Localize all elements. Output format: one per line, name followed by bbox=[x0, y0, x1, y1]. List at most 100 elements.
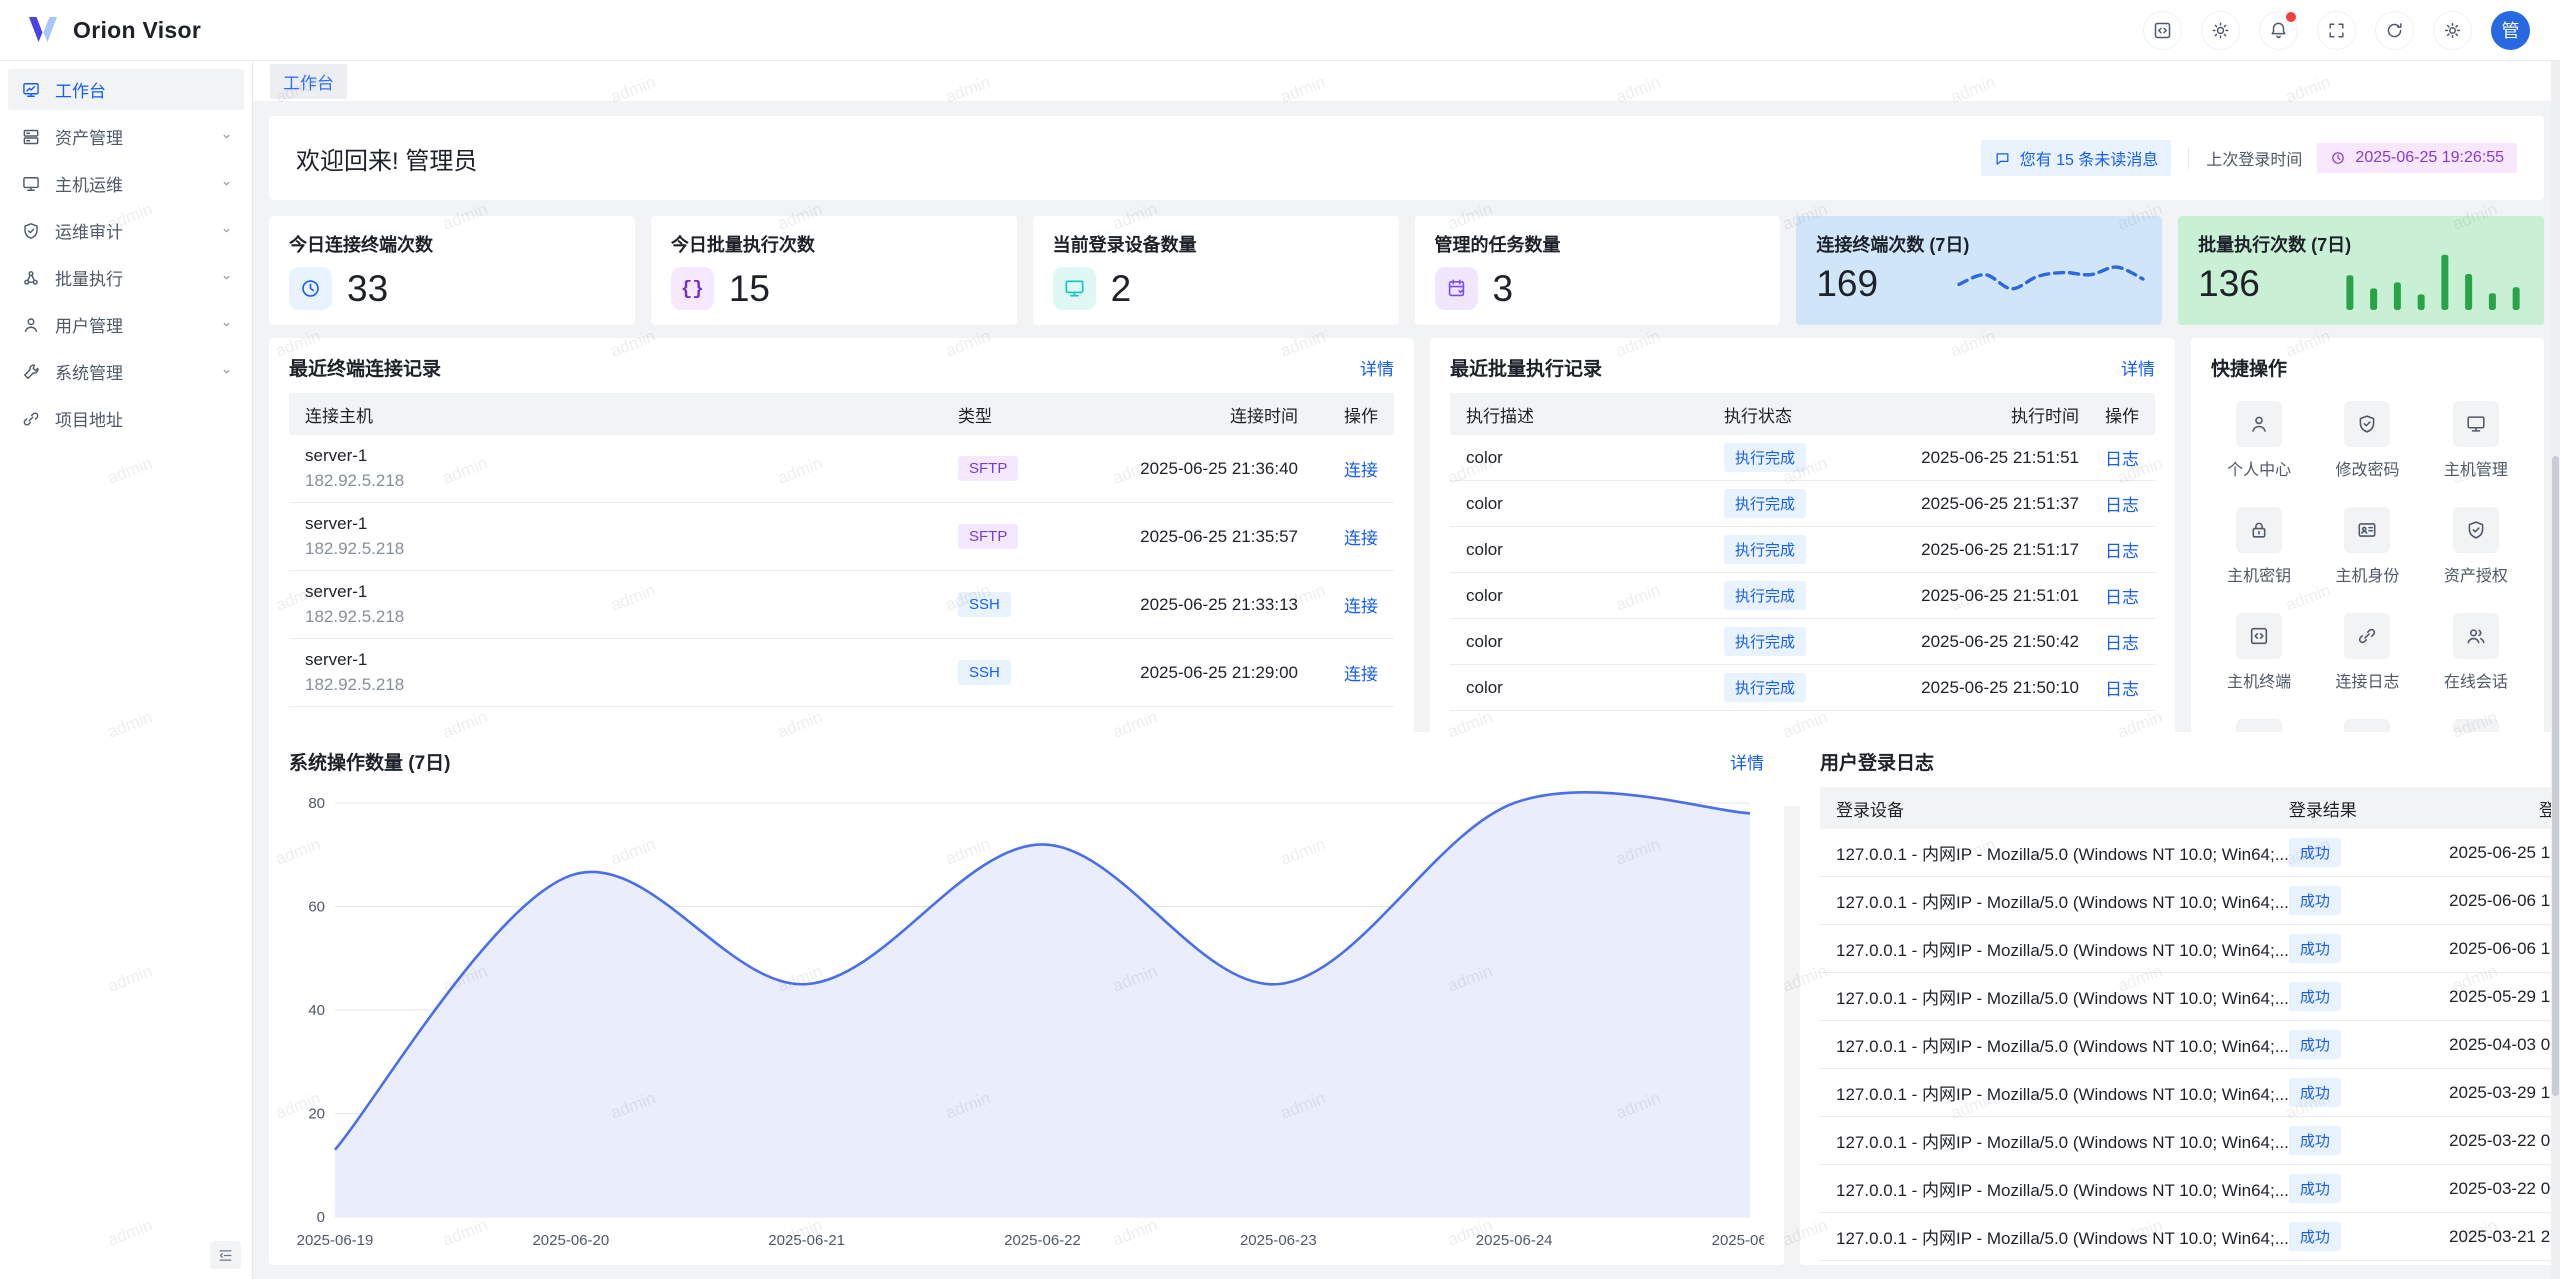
idcard-icon bbox=[2356, 519, 2378, 541]
host-ip: 182.92.5.218 bbox=[305, 605, 958, 630]
exec-status-badge: 执行完成 bbox=[1724, 581, 1806, 610]
monitor-icon bbox=[2465, 413, 2487, 435]
terminal-records-detail-link[interactable]: 详情 bbox=[1360, 355, 1394, 380]
connect-link[interactable]: 连接 bbox=[1344, 529, 1378, 548]
host-ip: 182.92.5.218 bbox=[305, 673, 958, 698]
chevron-down-icon bbox=[219, 223, 234, 238]
quick-action-主机密钥[interactable]: 主机密钥 bbox=[2205, 507, 2313, 586]
table-header: 执行描述执行状态执行时间操作 bbox=[1450, 393, 2155, 435]
quick-action-资产授权[interactable]: 资产授权 bbox=[2422, 507, 2530, 586]
svg-text:2025-06-24: 2025-06-24 bbox=[1476, 1232, 1553, 1249]
unread-messages-badge[interactable]: 您有 15 条未读消息 bbox=[1981, 140, 2172, 176]
log-link[interactable]: 日志 bbox=[2105, 634, 2139, 653]
log-link[interactable]: 日志 bbox=[2105, 542, 2139, 561]
breadcrumb-workbench[interactable]: 工作台 bbox=[270, 64, 347, 99]
sidebar-item-用户管理[interactable]: 用户管理 bbox=[8, 304, 244, 345]
table-header: 连接主机类型连接时间操作 bbox=[289, 393, 1394, 435]
clock-icon bbox=[299, 277, 322, 300]
chevron-down-icon bbox=[219, 270, 234, 285]
sidebar-item-项目地址[interactable]: 项目地址 bbox=[8, 398, 244, 439]
exec-time: 2025-06-25 21:51:01 bbox=[1854, 586, 2079, 606]
host-name: server-1 bbox=[305, 580, 958, 605]
table-row: server-1182.92.5.218SSH2025-06-25 21:29:… bbox=[289, 639, 1394, 707]
stats-row: 今日连接终端次数33今日批量执行次数{}15当前登录设备数量2管理的任务数量3连… bbox=[269, 216, 2544, 322]
exec-records-detail-link[interactable]: 详情 bbox=[2121, 355, 2155, 380]
login-time: 2025-06-25 19:26:55 bbox=[2389, 843, 2560, 863]
exec-desc: color bbox=[1466, 586, 1724, 606]
ops-chart-detail-link[interactable]: 详情 bbox=[1730, 749, 1764, 774]
connect-link[interactable]: 连接 bbox=[1344, 461, 1378, 480]
scrollbar-thumb[interactable] bbox=[2552, 456, 2559, 1096]
log-link[interactable]: 日志 bbox=[2105, 588, 2139, 607]
log-link[interactable]: 日志 bbox=[2105, 680, 2139, 699]
svg-text:0: 0 bbox=[317, 1209, 325, 1226]
notification-bell-button[interactable] bbox=[2259, 11, 2298, 50]
last-login-time-badge: 2025-06-25 19:26:55 bbox=[2317, 143, 2517, 173]
refresh-button[interactable] bbox=[2375, 11, 2414, 50]
settings-gear-button[interactable] bbox=[2433, 11, 2472, 50]
quick-action-在线会话[interactable]: 在线会话 bbox=[2422, 613, 2530, 692]
svg-text:40: 40 bbox=[308, 1002, 325, 1019]
login-result-badge: 成功 bbox=[2289, 934, 2341, 963]
brand: Orion Visor bbox=[26, 15, 201, 45]
exec-status-badge: 执行完成 bbox=[1724, 443, 1806, 472]
sidebar-item-资产管理[interactable]: 资产管理 bbox=[8, 116, 244, 157]
table-row: 127.0.0.1 - 内网IP - Mozilla/5.0 (Windows … bbox=[1820, 1165, 2560, 1213]
column-header: 登录时间 bbox=[2389, 796, 2560, 821]
connect-link[interactable]: 连接 bbox=[1344, 665, 1378, 684]
quick-action-修改密码[interactable]: 修改密码 bbox=[2313, 401, 2421, 480]
connect-time: 2025-06-25 21:36:40 bbox=[1068, 459, 1298, 479]
table-row: 127.0.0.1 - 内网IP - Mozilla/5.0 (Windows … bbox=[1820, 925, 2560, 973]
quick-action-主机管理[interactable]: 主机管理 bbox=[2422, 401, 2530, 480]
svg-text:2025-06-20: 2025-06-20 bbox=[532, 1232, 609, 1249]
table-row: 127.0.0.1 - 内网IP - Mozilla/5.0 (Windows … bbox=[1820, 973, 2560, 1021]
quick-action-label: 个人中心 bbox=[2227, 456, 2291, 480]
welcome-title: 欢迎回来! 管理员 bbox=[296, 141, 477, 176]
quick-action-label: 主机管理 bbox=[2444, 456, 2508, 480]
host-ip: 182.92.5.218 bbox=[305, 537, 958, 562]
audit-icon bbox=[21, 221, 41, 241]
sidebar-item-label: 系统管理 bbox=[55, 359, 219, 384]
sidebar-item-主机运维[interactable]: 主机运维 bbox=[8, 163, 244, 204]
lock-icon bbox=[2248, 519, 2270, 541]
sidebar-item-label: 项目地址 bbox=[55, 406, 234, 431]
sidebar-item-系统管理[interactable]: 系统管理 bbox=[8, 351, 244, 392]
table-row: color执行完成2025-06-25 21:50:42日志 bbox=[1450, 619, 2155, 665]
log-link[interactable]: 日志 bbox=[2105, 450, 2139, 469]
stat-card-管理的任务数量: 管理的任务数量3 bbox=[1415, 216, 1781, 325]
theme-sun-button[interactable] bbox=[2201, 11, 2240, 50]
sidebar-item-运维审计[interactable]: 运维审计 bbox=[8, 210, 244, 251]
collapse-icon bbox=[217, 1247, 234, 1264]
quick-action-个人中心[interactable]: 个人中心 bbox=[2205, 401, 2313, 480]
login-device: 127.0.0.1 - 内网IP - Mozilla/5.0 (Windows … bbox=[1836, 1032, 2289, 1057]
unread-messages-text: 您有 15 条未读消息 bbox=[2020, 146, 2159, 170]
quick-action-主机身份[interactable]: 主机身份 bbox=[2313, 507, 2421, 586]
fullscreen-button[interactable] bbox=[2317, 11, 2356, 50]
login-result-badge: 成功 bbox=[2289, 1030, 2341, 1059]
login-device: 127.0.0.1 - 内网IP - Mozilla/5.0 (Windows … bbox=[1836, 1224, 2289, 1249]
user-avatar[interactable]: 管 bbox=[2491, 11, 2530, 50]
sidebar-item-工作台[interactable]: 工作台 bbox=[8, 69, 244, 110]
login-device: 127.0.0.1 - 内网IP - Mozilla/5.0 (Windows … bbox=[1836, 1176, 2289, 1201]
sidebar-item-label: 运维审计 bbox=[55, 218, 219, 243]
connect-link[interactable]: 连接 bbox=[1344, 597, 1378, 616]
quick-action-主机终端[interactable]: 主机终端 bbox=[2205, 613, 2313, 692]
workbench-icon bbox=[21, 80, 41, 100]
quick-action-连接日志[interactable]: 连接日志 bbox=[2313, 613, 2421, 692]
quick-action-label: 资产授权 bbox=[2444, 562, 2508, 586]
column-header: 连接时间 bbox=[1068, 402, 1298, 427]
svg-text:2025-06-19: 2025-06-19 bbox=[297, 1232, 374, 1249]
log-link[interactable]: 日志 bbox=[2105, 496, 2139, 515]
code-square-button[interactable] bbox=[2143, 11, 2182, 50]
login-result-badge: 成功 bbox=[2289, 1126, 2341, 1155]
message-icon bbox=[1994, 150, 2011, 167]
settings-gear-icon bbox=[2442, 20, 2463, 41]
collapse-sidebar-button[interactable] bbox=[210, 1241, 241, 1269]
sidebar-item-label: 批量执行 bbox=[55, 265, 219, 290]
ops-chart-title: 系统操作数量 (7日) bbox=[289, 748, 451, 775]
code-square-icon bbox=[2248, 625, 2270, 647]
quick-action-label: 主机身份 bbox=[2335, 562, 2399, 586]
login-result-badge: 成功 bbox=[2289, 1222, 2341, 1251]
ops-area-chart: 0204060802025-06-192025-06-202025-06-212… bbox=[269, 787, 1784, 1253]
sidebar-item-批量执行[interactable]: 批量执行 bbox=[8, 257, 244, 298]
